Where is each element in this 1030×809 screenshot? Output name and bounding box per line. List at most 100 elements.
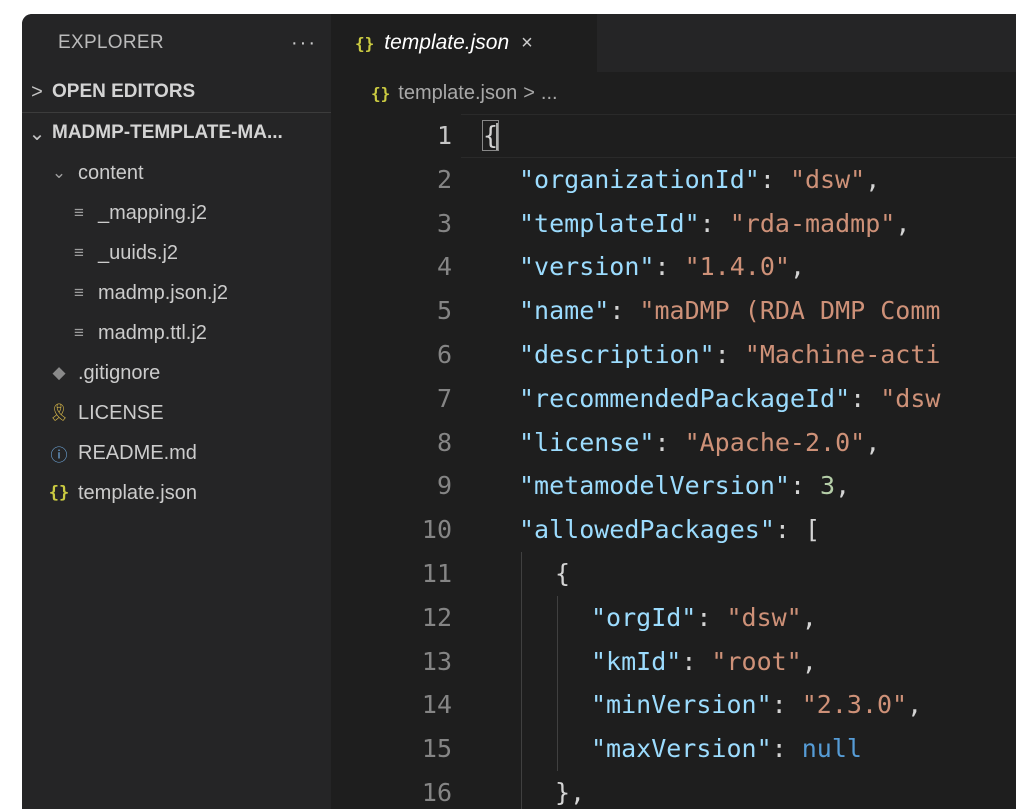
- breadcrumb-file[interactable]: template.json: [398, 82, 517, 105]
- line-number: 5: [436, 296, 452, 326]
- breadcrumb-separator: >: [523, 81, 535, 104]
- code-text: "version": "1.4.0",: [519, 245, 805, 289]
- lines-file-icon: ≡: [74, 243, 84, 262]
- tree-item[interactable]: ⌄ content: [22, 153, 331, 193]
- code-token: :: [696, 602, 727, 632]
- tree-item[interactable]: ◆ .gitignore: [22, 353, 331, 393]
- tree-item-label: madmp.json.j2: [98, 281, 229, 304]
- code-token: "Apache-2.0": [684, 427, 866, 457]
- tree-item[interactable]: ≡ _mapping.j2: [22, 193, 331, 233]
- code-token: :: [609, 296, 640, 326]
- code-token: ,: [835, 471, 851, 501]
- code-token: "2.3.0": [801, 690, 908, 720]
- project-folder-label: MADMP-TEMPLATE-MA...: [52, 122, 283, 143]
- code-token: "version": [519, 252, 655, 282]
- code-token: :: [699, 208, 730, 238]
- line-number: 11: [421, 558, 452, 588]
- code-token: :: [789, 471, 821, 501]
- json-braces-icon: {}: [371, 83, 391, 103]
- indent-guide: [521, 727, 522, 771]
- chevron-right-icon: >: [31, 80, 43, 103]
- code-token: ,: [907, 690, 923, 720]
- tree-item-label: madmp.ttl.j2: [98, 321, 207, 344]
- code-text: "orgId": "dsw",: [591, 596, 817, 640]
- tree-item-label: _uuids.j2: [98, 241, 179, 264]
- code-token: "license": [519, 427, 655, 457]
- code-token: "kmId": [591, 646, 682, 676]
- tree-item[interactable]: {} template.json: [22, 473, 331, 513]
- code-token: "rda-madmp": [729, 208, 896, 238]
- tree-item[interactable]: ≡ _uuids.j2: [22, 233, 331, 273]
- code-token: :: [681, 646, 712, 676]
- code-text: "maxVersion": null: [591, 727, 862, 771]
- tree-item[interactable]: ≡ madmp.json.j2: [22, 273, 331, 313]
- code-token: null: [801, 734, 862, 764]
- license-key-icon: 🎗: [48, 403, 70, 422]
- tree-item-label: LICENSE: [78, 401, 164, 424]
- code-token: "dsw": [789, 164, 866, 194]
- line-number: 2: [436, 164, 452, 194]
- code-text: {: [555, 552, 570, 596]
- code-line: 16},: [331, 770, 1016, 809]
- more-actions-icon[interactable]: ···: [291, 32, 317, 55]
- indent-guide: [521, 683, 522, 728]
- tree-item[interactable]: 🎗 LICENSE: [22, 393, 331, 433]
- code-token: ,: [801, 646, 817, 676]
- code-token: "description": [519, 339, 715, 369]
- close-icon[interactable]: ×: [521, 32, 533, 55]
- chevron-down-icon: ⌄: [51, 163, 67, 182]
- indent-guide: [557, 727, 558, 771]
- file-tree: ⌄ content ≡ _mapping.j2 ≡ _uuids.j2 ≡ madmp.jso…: [22, 153, 331, 513]
- code-token: ,: [865, 427, 881, 457]
- json-braces-icon: {}: [48, 483, 70, 503]
- open-editors-section[interactable]: > OPEN EDITORS: [22, 72, 331, 112]
- code-text: "organizationId": "dsw",: [519, 158, 880, 202]
- tree-item[interactable]: ≡ madmp.ttl.j2: [22, 313, 331, 353]
- open-editors-label: OPEN EDITORS: [52, 81, 196, 102]
- code-token: "organizationId": [519, 164, 760, 194]
- text-caret: [496, 123, 499, 151]
- indent-guide: [557, 639, 558, 684]
- vscode-window: EXPLORER ··· > OPEN EDITORS ⌄ MADMP-TEMP…: [22, 14, 1016, 809]
- code-token: },: [555, 777, 586, 807]
- json-braces-icon: {}: [355, 33, 375, 53]
- code-line: 8 "license": "Apache-2.0",: [331, 421, 1016, 465]
- tab-template-json[interactable]: {} template.json ×: [331, 14, 597, 72]
- line-number: 3: [436, 208, 452, 238]
- code-token: "name": [519, 296, 610, 326]
- code-token: :: [771, 690, 802, 720]
- line-number: 8: [436, 427, 452, 457]
- indent-guide: [521, 770, 522, 809]
- tree-item[interactable]: ⓘ README.md: [22, 433, 331, 473]
- code-token: :: [759, 164, 790, 194]
- code-token: :: [654, 427, 685, 457]
- code-text: "metamodelVersion": 3,: [519, 464, 850, 508]
- code-line: 12 "orgId": "dsw",: [331, 595, 1016, 640]
- lines-file-icon: ≡: [74, 323, 84, 342]
- project-folder-section[interactable]: ⌄ MADMP-TEMPLATE-MA...: [22, 112, 331, 153]
- code-token: "metamodelVersion": [519, 471, 790, 501]
- code-token: "orgId": [591, 602, 697, 632]
- tree-item-label: README.md: [78, 441, 197, 464]
- code-line: 9 "metamodelVersion": 3,: [331, 464, 1016, 508]
- code-text: "recommendedPackageId": "dsw: [519, 377, 940, 421]
- code-editor[interactable]: 1{2 "organizationId": "dsw", 3 "templateId"…: [331, 114, 1016, 809]
- code-text: "description": "Machine-acti: [519, 333, 940, 377]
- tree-item-label: _mapping.j2: [98, 201, 207, 224]
- indent-guide: [557, 595, 558, 640]
- line-number: 1: [436, 121, 452, 150]
- code-token: :: [654, 252, 685, 282]
- explorer-sidebar: EXPLORER ··· > OPEN EDITORS ⌄ MADMP-TEMP…: [22, 14, 331, 809]
- tree-item-label: .gitignore: [78, 361, 161, 384]
- line-number: 4: [436, 252, 452, 282]
- code-token: 3: [820, 471, 836, 501]
- indent-guide: [521, 595, 522, 640]
- code-token: "templateId": [519, 208, 700, 238]
- code-line: 4 "version": "1.4.0",: [331, 245, 1016, 289]
- breadcrumb-symbols[interactable]: ...: [541, 82, 558, 105]
- tree-item-label: template.json: [78, 481, 197, 504]
- tree-item-label: content: [78, 161, 144, 184]
- code-text: "allowedPackages": [: [519, 508, 820, 552]
- line-number: 9: [436, 471, 452, 501]
- code-line: 5 "name": "maDMP (RDA DMP Comm: [331, 289, 1016, 333]
